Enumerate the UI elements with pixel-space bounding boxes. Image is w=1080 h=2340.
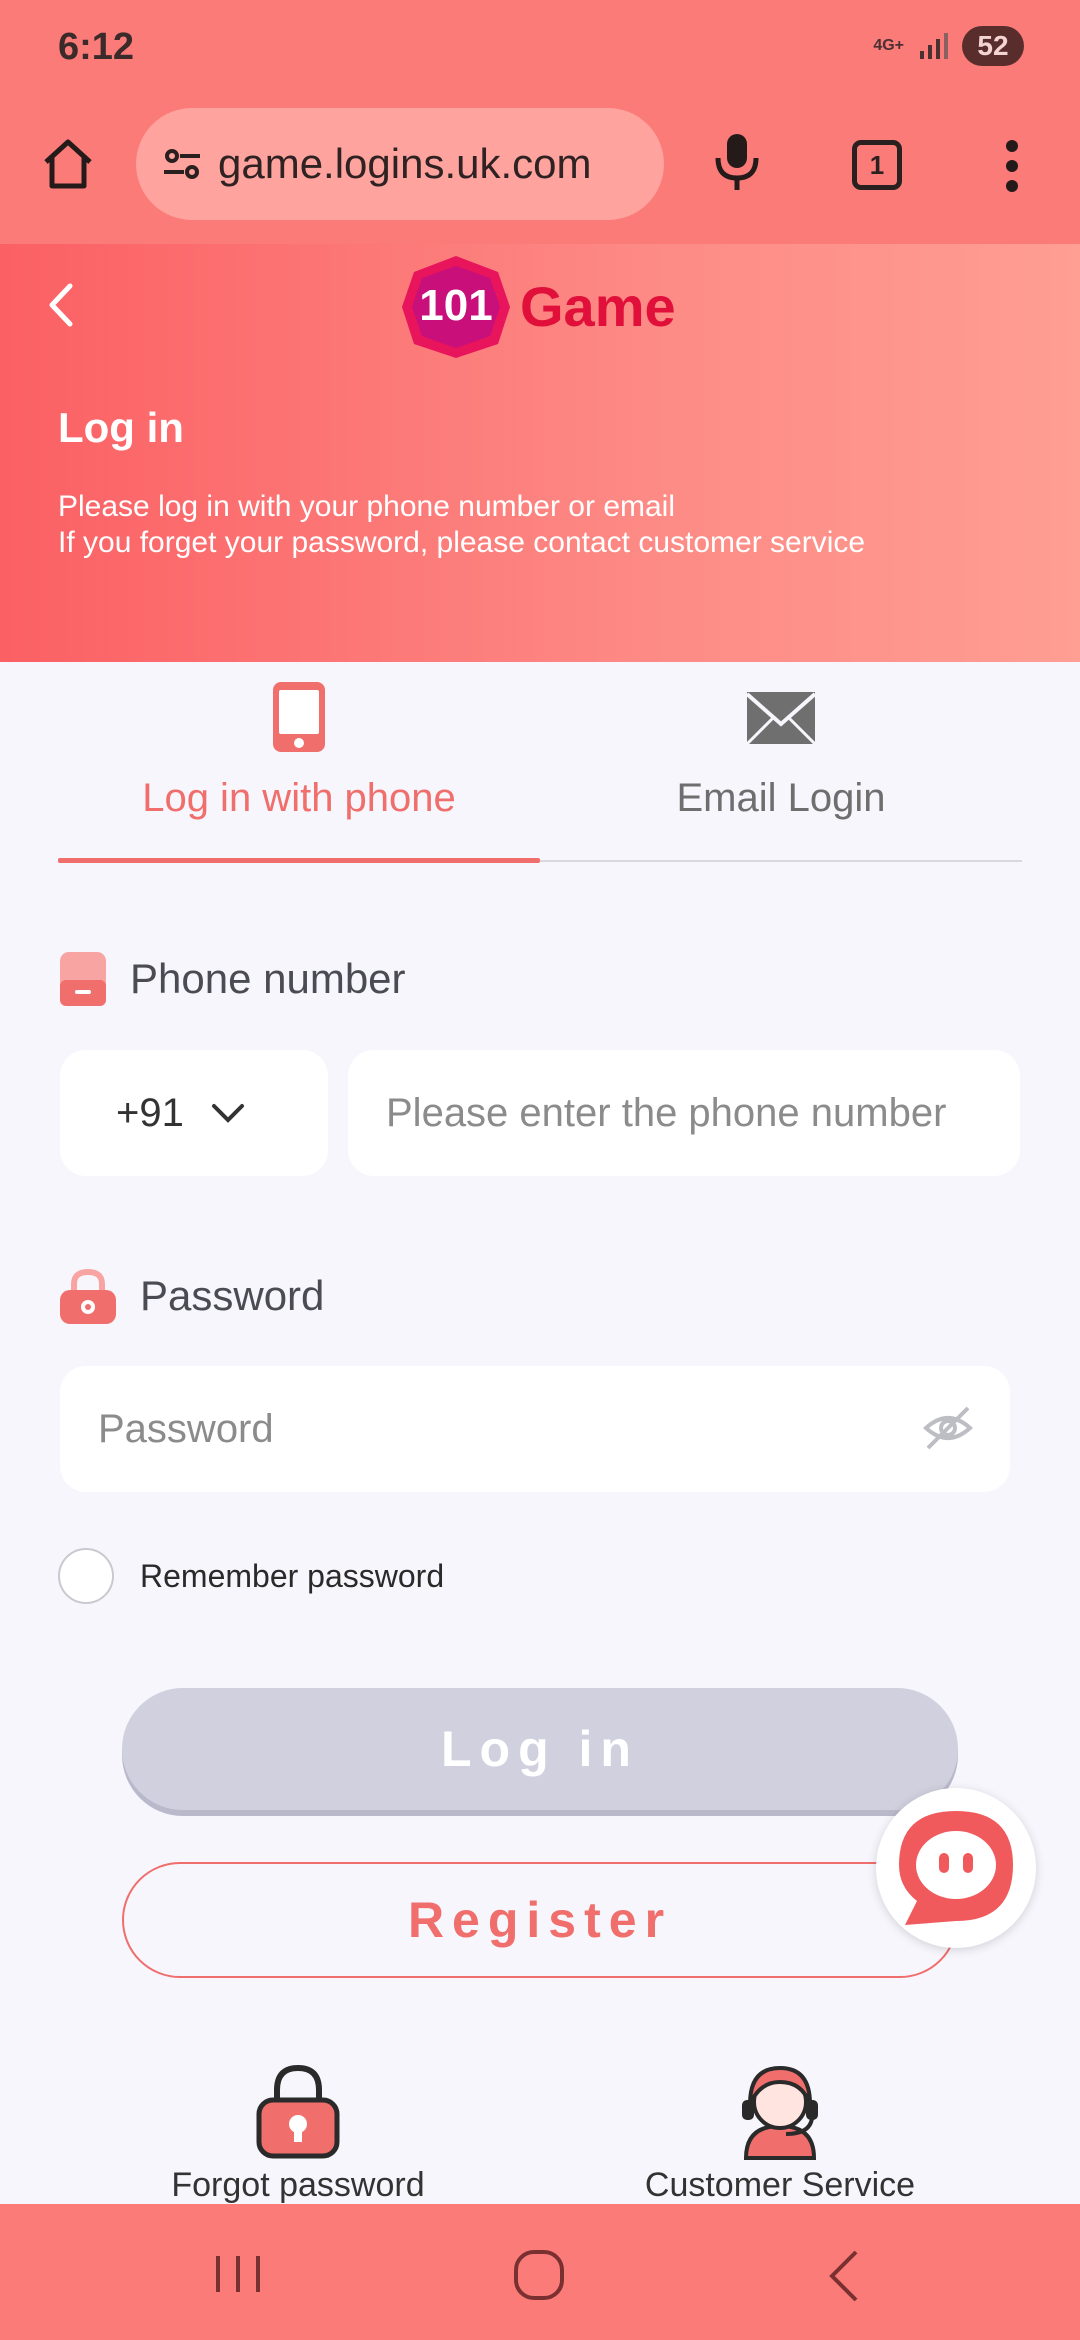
home-nav-icon[interactable]	[512, 2248, 566, 2302]
brand-logo: 101 Game	[402, 256, 676, 358]
status-time: 6:12	[58, 26, 135, 68]
tab-switcher-button[interactable]: 1	[852, 140, 902, 190]
system-nav-bar	[0, 2204, 1080, 2340]
phone-number-icon	[60, 952, 106, 1006]
chevron-down-icon	[211, 1104, 244, 1123]
active-tab-indicator	[58, 858, 540, 863]
status-icons: 4G+ 52	[873, 26, 1024, 66]
remember-password-row[interactable]: Remember password	[58, 1548, 444, 1604]
support-chat-button[interactable]	[876, 1788, 1036, 1948]
tab-phone-label: Log in with phone	[142, 776, 456, 820]
register-button[interactable]: Register	[122, 1862, 958, 1978]
headset-agent-icon	[742, 2065, 818, 2160]
eye-off-icon[interactable]	[922, 1404, 974, 1452]
mail-icon	[745, 692, 817, 746]
page-title: Log in	[58, 404, 184, 451]
signal-icon	[920, 33, 948, 59]
header-subtitle-1: Please log in with your phone number or …	[58, 490, 676, 523]
back-arrow-icon[interactable]	[42, 280, 82, 330]
forgot-password-label: Forgot password	[171, 2166, 425, 2204]
lock-icon	[60, 1268, 116, 1324]
back-nav-icon[interactable]	[824, 2248, 864, 2304]
phone-label-text: Phone number	[130, 955, 406, 1002]
url-text: game.logins.uk.com	[218, 140, 592, 187]
home-icon[interactable]	[38, 134, 98, 194]
network-type: 4G+	[873, 37, 904, 54]
tab-email-label: Email Login	[676, 776, 886, 820]
password-input[interactable]: Password	[60, 1366, 1010, 1492]
microphone-icon[interactable]	[712, 130, 762, 194]
password-label-text: Password	[140, 1272, 325, 1319]
customer-service-label: Customer Service	[644, 2166, 916, 2204]
password-field-label: Password	[58, 1266, 324, 1326]
logo-text: Game	[520, 275, 676, 338]
header-subtitle-2: If you forget your password, please cont…	[58, 526, 866, 559]
remember-password-label: Remember password	[140, 1557, 445, 1594]
country-code-select[interactable]: +91	[60, 1050, 328, 1176]
phone-field-label: Phone number	[58, 950, 406, 1008]
country-code-value: +91	[116, 1090, 184, 1135]
phone-number-input[interactable]: Please enter the phone number	[348, 1050, 1020, 1176]
logo-number: 101	[419, 281, 492, 330]
recent-apps-icon[interactable]	[212, 2252, 264, 2296]
phone-icon	[273, 682, 325, 752]
remember-password-checkbox[interactable]	[58, 1548, 114, 1604]
forgot-password-link[interactable]: Forgot password	[128, 2060, 468, 2205]
address-bar[interactable]: game.logins.uk.com	[136, 108, 664, 220]
status-bar: 6:12 4G+ 52	[0, 0, 1080, 100]
browser-toolbar: game.logins.uk.com 1	[0, 100, 1080, 244]
site-settings-icon[interactable]	[158, 140, 206, 188]
customer-service-link[interactable]: Customer Service	[610, 2060, 950, 2205]
tab-phone-login[interactable]: Log in with phone	[58, 680, 540, 860]
battery-indicator: 52	[962, 26, 1024, 66]
login-button[interactable]: Log in	[122, 1688, 958, 1810]
password-placeholder: Password	[98, 1406, 274, 1451]
login-header: 101 Game Log in Please log in with your …	[0, 244, 1080, 662]
tab-email-login[interactable]: Email Login	[540, 680, 1022, 860]
lock-key-icon	[256, 2064, 340, 2159]
more-menu-icon[interactable]	[1000, 136, 1024, 196]
chat-icon	[899, 1811, 1013, 1925]
